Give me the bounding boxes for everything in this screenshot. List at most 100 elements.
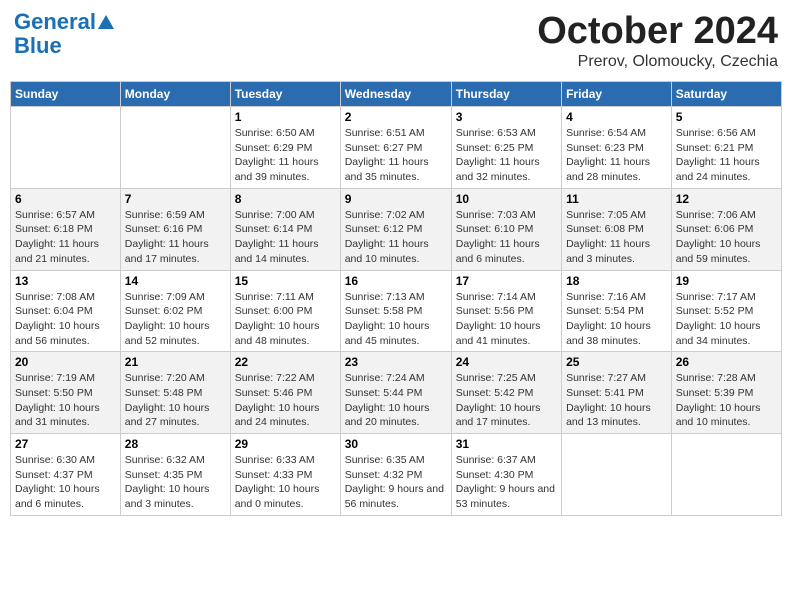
weekday-header-sunday: Sunday xyxy=(11,82,121,107)
day-info: Sunrise: 6:53 AM Sunset: 6:25 PM Dayligh… xyxy=(456,126,557,185)
day-info: Sunrise: 7:05 AM Sunset: 6:08 PM Dayligh… xyxy=(566,208,667,267)
day-info: Sunrise: 6:30 AM Sunset: 4:37 PM Dayligh… xyxy=(15,453,116,512)
calendar-cell: 15 Sunrise: 7:11 AM Sunset: 6:00 PM Dayli… xyxy=(230,270,340,352)
calendar-cell: 12 Sunrise: 7:06 AM Sunset: 6:06 PM Dayli… xyxy=(671,188,781,270)
day-info: Sunrise: 7:20 AM Sunset: 5:48 PM Dayligh… xyxy=(125,371,226,430)
day-info: Sunrise: 7:16 AM Sunset: 5:54 PM Dayligh… xyxy=(566,290,667,349)
calendar-cell: 31 Sunrise: 6:37 AM Sunset: 4:30 PM Dayli… xyxy=(451,434,561,516)
weekday-header-thursday: Thursday xyxy=(451,82,561,107)
day-number: 11 xyxy=(566,192,667,206)
day-number: 8 xyxy=(235,192,336,206)
day-number: 9 xyxy=(345,192,447,206)
day-info: Sunrise: 6:54 AM Sunset: 6:23 PM Dayligh… xyxy=(566,126,667,185)
calendar-cell: 6 Sunrise: 6:57 AM Sunset: 6:18 PM Daylig… xyxy=(11,188,121,270)
day-number: 19 xyxy=(676,274,777,288)
calendar-cell: 10 Sunrise: 7:03 AM Sunset: 6:10 PM Dayli… xyxy=(451,188,561,270)
calendar-cell: 18 Sunrise: 7:16 AM Sunset: 5:54 PM Dayli… xyxy=(562,270,672,352)
calendar-cell: 5Sunrise: 6:56 AM Sunset: 6:21 PM Daylig… xyxy=(671,107,781,189)
day-number: 13 xyxy=(15,274,116,288)
day-number: 4 xyxy=(566,110,667,124)
day-info: Sunrise: 7:17 AM Sunset: 5:52 PM Dayligh… xyxy=(676,290,777,349)
day-number: 12 xyxy=(676,192,777,206)
calendar-cell: 25 Sunrise: 7:27 AM Sunset: 5:41 PM Dayli… xyxy=(562,352,672,434)
day-info: Sunrise: 7:03 AM Sunset: 6:10 PM Dayligh… xyxy=(456,208,557,267)
calendar-cell: 17Sunrise: 7:14 AM Sunset: 5:56 PM Dayli… xyxy=(451,270,561,352)
calendar-cell: 9 Sunrise: 7:02 AM Sunset: 6:12 PM Daylig… xyxy=(340,188,451,270)
week-row-1: 1 Sunrise: 6:50 AM Sunset: 6:29 PM Daylig… xyxy=(11,107,782,189)
month-title: October 2024 xyxy=(537,10,778,53)
calendar-cell: 20Sunrise: 7:19 AM Sunset: 5:50 PM Dayli… xyxy=(11,352,121,434)
day-info: Sunrise: 7:24 AM Sunset: 5:44 PM Dayligh… xyxy=(345,371,447,430)
day-number: 17 xyxy=(456,274,557,288)
calendar-cell: 30 Sunrise: 6:35 AM Sunset: 4:32 PM Dayli… xyxy=(340,434,451,516)
day-number: 25 xyxy=(566,355,667,369)
week-row-3: 13Sunrise: 7:08 AM Sunset: 6:04 PM Dayli… xyxy=(11,270,782,352)
day-info: Sunrise: 7:13 AM Sunset: 5:58 PM Dayligh… xyxy=(345,290,447,349)
calendar-cell: 26Sunrise: 7:28 AM Sunset: 5:39 PM Dayli… xyxy=(671,352,781,434)
calendar-cell: 13Sunrise: 7:08 AM Sunset: 6:04 PM Dayli… xyxy=(11,270,121,352)
day-number: 7 xyxy=(125,192,226,206)
day-number: 1 xyxy=(235,110,336,124)
calendar-cell xyxy=(562,434,672,516)
calendar-cell: 16 Sunrise: 7:13 AM Sunset: 5:58 PM Dayli… xyxy=(340,270,451,352)
day-info: Sunrise: 6:56 AM Sunset: 6:21 PM Dayligh… xyxy=(676,126,777,185)
calendar-cell: 2Sunrise: 6:51 AM Sunset: 6:27 PM Daylig… xyxy=(340,107,451,189)
day-info: Sunrise: 7:00 AM Sunset: 6:14 PM Dayligh… xyxy=(235,208,336,267)
day-info: Sunrise: 6:50 AM Sunset: 6:29 PM Dayligh… xyxy=(235,126,336,185)
calendar-cell: 23 Sunrise: 7:24 AM Sunset: 5:44 PM Dayli… xyxy=(340,352,451,434)
day-number: 3 xyxy=(456,110,557,124)
day-number: 10 xyxy=(456,192,557,206)
page-header: General Blue October 2024 Prerov, Olomou… xyxy=(10,10,782,71)
day-info: Sunrise: 7:22 AM Sunset: 5:46 PM Dayligh… xyxy=(235,371,336,430)
week-row-4: 20Sunrise: 7:19 AM Sunset: 5:50 PM Dayli… xyxy=(11,352,782,434)
calendar-cell xyxy=(120,107,230,189)
calendar-cell: 14 Sunrise: 7:09 AM Sunset: 6:02 PM Dayli… xyxy=(120,270,230,352)
day-number: 29 xyxy=(235,437,336,451)
day-info: Sunrise: 6:32 AM Sunset: 4:35 PM Dayligh… xyxy=(125,453,226,512)
calendar-cell: 29 Sunrise: 6:33 AM Sunset: 4:33 PM Dayli… xyxy=(230,434,340,516)
calendar-cell: 22 Sunrise: 7:22 AM Sunset: 5:46 PM Dayli… xyxy=(230,352,340,434)
logo: General Blue xyxy=(14,10,114,58)
weekday-header-saturday: Saturday xyxy=(671,82,781,107)
week-row-5: 27Sunrise: 6:30 AM Sunset: 4:37 PM Dayli… xyxy=(11,434,782,516)
day-number: 21 xyxy=(125,355,226,369)
day-number: 31 xyxy=(456,437,557,451)
day-info: Sunrise: 6:33 AM Sunset: 4:33 PM Dayligh… xyxy=(235,453,336,512)
day-info: Sunrise: 7:25 AM Sunset: 5:42 PM Dayligh… xyxy=(456,371,557,430)
day-info: Sunrise: 7:09 AM Sunset: 6:02 PM Dayligh… xyxy=(125,290,226,349)
calendar-cell: 19 Sunrise: 7:17 AM Sunset: 5:52 PM Dayli… xyxy=(671,270,781,352)
day-number: 28 xyxy=(125,437,226,451)
day-number: 23 xyxy=(345,355,447,369)
day-info: Sunrise: 7:02 AM Sunset: 6:12 PM Dayligh… xyxy=(345,208,447,267)
day-info: Sunrise: 7:06 AM Sunset: 6:06 PM Dayligh… xyxy=(676,208,777,267)
calendar-cell: 4 Sunrise: 6:54 AM Sunset: 6:23 PM Daylig… xyxy=(562,107,672,189)
day-number: 22 xyxy=(235,355,336,369)
title-block: October 2024 Prerov, Olomoucky, Czechia xyxy=(537,10,778,71)
weekday-header-tuesday: Tuesday xyxy=(230,82,340,107)
calendar-cell: 27Sunrise: 6:30 AM Sunset: 4:37 PM Dayli… xyxy=(11,434,121,516)
weekday-header-friday: Friday xyxy=(562,82,672,107)
calendar-cell: 3 Sunrise: 6:53 AM Sunset: 6:25 PM Daylig… xyxy=(451,107,561,189)
day-number: 16 xyxy=(345,274,447,288)
day-info: Sunrise: 6:35 AM Sunset: 4:32 PM Dayligh… xyxy=(345,453,447,512)
day-number: 30 xyxy=(345,437,447,451)
calendar-cell: 11 Sunrise: 7:05 AM Sunset: 6:08 PM Dayli… xyxy=(562,188,672,270)
calendar-cell: 7 Sunrise: 6:59 AM Sunset: 6:16 PM Daylig… xyxy=(120,188,230,270)
day-number: 15 xyxy=(235,274,336,288)
logo-blue: Blue xyxy=(14,34,62,58)
calendar-cell xyxy=(11,107,121,189)
day-number: 18 xyxy=(566,274,667,288)
weekday-header-monday: Monday xyxy=(120,82,230,107)
day-number: 14 xyxy=(125,274,226,288)
day-number: 24 xyxy=(456,355,557,369)
day-number: 20 xyxy=(15,355,116,369)
location: Prerov, Olomoucky, Czechia xyxy=(537,53,778,71)
day-number: 6 xyxy=(15,192,116,206)
day-info: Sunrise: 6:57 AM Sunset: 6:18 PM Dayligh… xyxy=(15,208,116,267)
day-info: Sunrise: 6:59 AM Sunset: 6:16 PM Dayligh… xyxy=(125,208,226,267)
calendar-cell: 21 Sunrise: 7:20 AM Sunset: 5:48 PM Dayli… xyxy=(120,352,230,434)
day-number: 2 xyxy=(345,110,447,124)
day-info: Sunrise: 7:11 AM Sunset: 6:00 PM Dayligh… xyxy=(235,290,336,349)
day-info: Sunrise: 6:37 AM Sunset: 4:30 PM Dayligh… xyxy=(456,453,557,512)
day-info: Sunrise: 7:27 AM Sunset: 5:41 PM Dayligh… xyxy=(566,371,667,430)
